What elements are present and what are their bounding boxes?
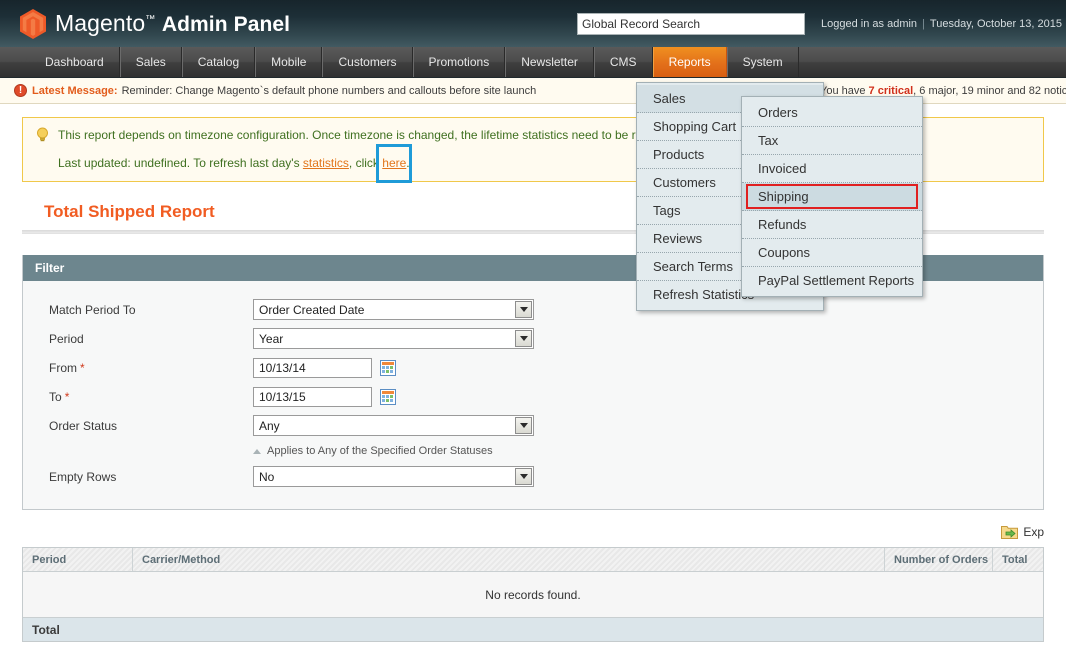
global-search-input[interactable] [577, 12, 806, 35]
submenu-item-shipping-label: Shipping [758, 189, 809, 204]
statistics-link[interactable]: statistics [303, 156, 349, 170]
filter-panel-body: Match Period To Order Created Date Perio… [23, 281, 1043, 509]
input-from-date[interactable]: 10/13/14 [253, 357, 372, 378]
chevron-down-icon[interactable] [515, 301, 532, 318]
calendar-icon-from[interactable] [380, 359, 396, 376]
nav-item-sales[interactable]: Sales [119, 47, 182, 77]
nav-item-reports[interactable]: Reports [652, 47, 727, 77]
required-marker: * [64, 389, 70, 404]
latest-message-text: Reminder: Change Magento`s default phone… [121, 84, 537, 97]
order-status-hint-text: Applies to Any of the Specified Order St… [267, 445, 493, 457]
submenu-item-refunds[interactable]: Refunds [742, 211, 922, 239]
logged-in-label: Logged in as admin [821, 17, 918, 30]
select-match-period-to-value: Order Created Date [259, 302, 365, 317]
label-from: From * [49, 361, 253, 375]
magento-logo-icon [20, 8, 46, 39]
chevron-down-icon[interactable] [515, 417, 532, 434]
export-icon [1001, 524, 1019, 539]
input-to-date-value: 10/13/15 [259, 389, 306, 404]
here-link[interactable]: here [382, 156, 406, 170]
filter-row-to: To * 10/13/15 [23, 382, 1043, 411]
triangle-up-icon [253, 448, 261, 454]
grid-header-row: Period Carrier/Method Number of Orders T… [23, 548, 1043, 572]
filter-row-empty-rows: Empty Rows No [23, 462, 1043, 491]
calendar-icon-to[interactable] [380, 388, 396, 405]
submenu-item-invoiced[interactable]: Invoiced [742, 155, 922, 183]
nav-item-cms[interactable]: CMS [593, 47, 653, 77]
label-to-text: To [49, 389, 62, 404]
brand-name: Magento [55, 10, 146, 36]
label-match-period-to: Match Period To [49, 302, 136, 317]
filter-row-order-status: Order Status Any [23, 411, 1043, 440]
report-grid: Period Carrier/Method Number of Orders T… [22, 547, 1044, 642]
chevron-down-icon[interactable] [515, 330, 532, 347]
grid-empty-message: No records found. [23, 572, 1043, 618]
brand-logo[interactable]: Magento™ Admin Panel [20, 8, 290, 39]
grid-column-carrier-method[interactable]: Carrier/Method [133, 548, 885, 571]
grid-column-number-of-orders[interactable]: Number of Orders [885, 548, 993, 571]
select-order-status[interactable]: Any [253, 415, 534, 436]
submenu-item-orders[interactable]: Orders [742, 99, 922, 127]
unread-message-counts: You have 7 critical, 6 major, 19 minor a… [820, 85, 1066, 97]
select-period[interactable]: Year [253, 328, 534, 349]
app-header: Magento™ Admin Panel Logged in as admin |… [0, 0, 1066, 47]
notice-line2-prefix: Last updated: undefined. To refresh last… [58, 156, 303, 170]
header-separator: | [922, 17, 925, 30]
input-to-date[interactable]: 10/13/15 [253, 386, 372, 407]
grid-column-total[interactable]: Total [993, 548, 1043, 571]
submenu-item-tax[interactable]: Tax [742, 127, 922, 155]
select-period-value: Year [259, 331, 284, 346]
select-match-period-to[interactable]: Order Created Date [253, 299, 534, 320]
nav-item-newsletter[interactable]: Newsletter [505, 47, 594, 77]
grid-total-row: Total [23, 618, 1043, 642]
counts-prefix: You have [820, 84, 869, 97]
latest-message-label: Latest Message: [32, 84, 118, 97]
notice-line2-end: . [406, 156, 410, 170]
select-order-status-value: Any [259, 418, 280, 433]
nav-item-dashboard[interactable]: Dashboard [30, 47, 120, 77]
counts-rest: , 6 major, 19 minor and 82 notice [913, 84, 1066, 97]
export-control[interactable]: Exp [22, 524, 1044, 539]
nav-item-mobile[interactable]: Mobile [255, 47, 323, 77]
lightbulb-icon [35, 127, 50, 142]
required-marker: * [80, 360, 85, 375]
label-empty-rows: Empty Rows [49, 469, 117, 484]
input-from-date-value: 10/13/14 [259, 360, 306, 375]
notice-line2-mid: , click [348, 156, 383, 170]
counts-critical: 7 critical [868, 84, 914, 97]
brand-trademark: ™ [145, 14, 156, 25]
chevron-down-icon[interactable] [515, 468, 532, 485]
alert-icon: ! [14, 84, 27, 97]
select-empty-rows-value: No [259, 469, 275, 484]
brand-title: Magento™ Admin Panel [55, 10, 290, 37]
submenu-item-paypal-settlement-reports[interactable]: PayPal Settlement Reports [742, 267, 922, 294]
order-status-hint: Applies to Any of the Specified Order St… [23, 440, 1043, 462]
filter-row-period: Period Year [23, 324, 1043, 353]
grid-column-period[interactable]: Period [23, 548, 133, 571]
select-empty-rows[interactable]: No [253, 466, 534, 487]
submenu-item-shipping[interactable]: Shipping [742, 183, 922, 211]
nav-item-system[interactable]: System [726, 47, 799, 77]
header-right-area: Logged in as admin | Tuesday, October 13, … [577, 0, 1066, 47]
label-order-status: Order Status [49, 418, 118, 433]
submenu-item-coupons[interactable]: Coupons [742, 239, 922, 267]
nav-item-catalog[interactable]: Catalog [181, 47, 256, 77]
export-label: Exp [1023, 524, 1044, 539]
nav-item-promotions[interactable]: Promotions [412, 47, 506, 77]
label-from-text: From [49, 360, 77, 375]
current-date: Tuesday, October 13, 2015 [929, 17, 1062, 30]
sales-reports-submenu: Orders Tax Invoiced Shipping Refunds Cou… [741, 96, 923, 297]
filter-row-from: From * 10/13/14 [23, 353, 1043, 382]
session-info: Logged in as admin | Tuesday, October 13, … [821, 18, 1062, 30]
notice-line-1: This report depends on timezone configur… [58, 128, 686, 142]
filter-row-match-period-to: Match Period To Order Created Date [23, 295, 1043, 324]
label-period: Period [49, 331, 84, 346]
main-navigation: Dashboard Sales Catalog Mobile Customers… [0, 47, 1066, 78]
brand-subtitle: Admin Panel [161, 13, 291, 36]
nav-item-customers[interactable]: Customers [322, 47, 413, 77]
label-to: To * [49, 390, 253, 404]
